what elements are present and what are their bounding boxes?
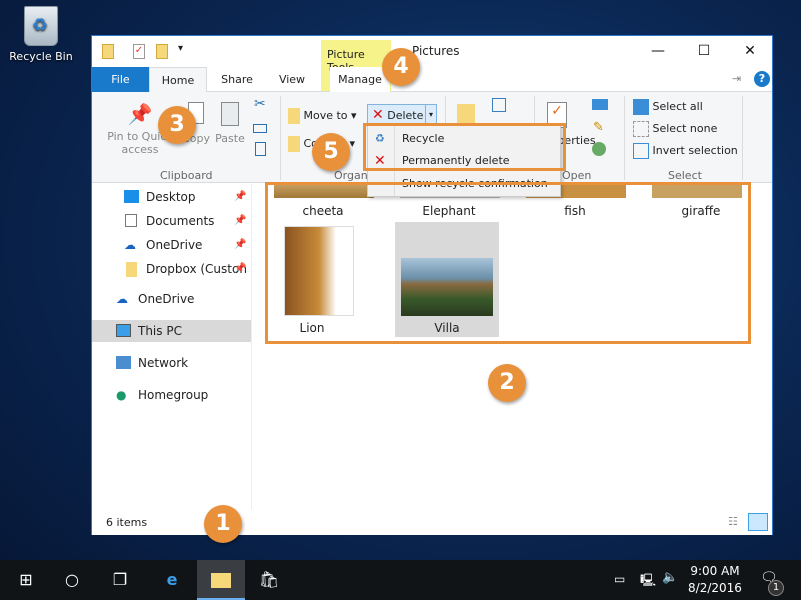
copy-path-icon[interactable] — [253, 124, 267, 133]
invert-selection-icon — [633, 143, 649, 159]
battery-icon[interactable]: ▭ — [614, 572, 625, 586]
cut-icon[interactable]: ✂ — [254, 96, 266, 112]
new-item-icon[interactable] — [492, 98, 506, 112]
large-icons-view-button[interactable] — [748, 513, 768, 531]
status-bar: 6 items ☷ — [92, 511, 772, 535]
divider — [624, 96, 625, 180]
callout-5: 5 — [312, 133, 350, 171]
select-none-icon — [633, 121, 649, 137]
onedrive-icon: ☁ — [116, 292, 128, 306]
invert-selection-button[interactable]: Invert selection — [633, 143, 738, 159]
history-icon[interactable] — [592, 142, 606, 156]
help-icon[interactable]: ? — [754, 71, 770, 87]
homegroup-icon: ● — [116, 388, 127, 402]
pin-icon: 📌 — [234, 239, 247, 250]
nav-item-homegroup[interactable]: ● Homegroup — [92, 384, 251, 406]
recycle-bin-desktop-icon[interactable]: Recycle Bin — [8, 6, 74, 63]
network-tray-icon[interactable]: 🖳 — [640, 571, 656, 592]
callout-1: 1 — [204, 505, 242, 543]
nav-item-onedrive[interactable]: ☁ OneDrive — [92, 288, 251, 310]
notification-badge: 1 — [768, 580, 784, 596]
divider — [742, 96, 743, 180]
close-button[interactable]: ✕ — [730, 40, 770, 62]
nav-item-dropbox[interactable]: Dropbox (Custon 📌 — [92, 258, 251, 280]
edge-icon[interactable]: e — [148, 560, 196, 600]
network-icon — [116, 356, 131, 369]
taskbar: ⊞ ○ ❐ e 🛍 ▭ 🖳 🔈 9:00 AM 8/2/2016 🗨 1 — [0, 560, 801, 600]
pin-ribbon-icon[interactable]: ⇥ — [732, 72, 741, 85]
tab-file[interactable]: File — [92, 67, 149, 92]
recycle-bin-icon — [24, 6, 58, 46]
select-group-label: Select — [668, 169, 702, 182]
callout-4: 4 — [382, 48, 420, 86]
item-count: 6 items — [106, 516, 148, 529]
maximize-button[interactable]: ☐ — [684, 40, 724, 62]
copy-to-icon — [288, 136, 300, 152]
folder-icon — [102, 44, 114, 59]
customize-quick-access-icon[interactable]: ▾ — [178, 43, 183, 54]
nav-item-desktop[interactable]: Desktop 📌 — [92, 186, 251, 208]
callout-2: 2 — [488, 364, 526, 402]
window-title: Pictures — [412, 44, 460, 58]
nav-item-this-pc[interactable]: This PC — [92, 320, 251, 342]
clipboard-group-label: Clipboard — [160, 169, 213, 182]
highlight-delete-options — [363, 123, 566, 171]
details-view-button[interactable]: ☷ — [728, 515, 738, 528]
open-group-label: Open — [562, 169, 592, 182]
divider — [280, 96, 281, 180]
select-all-icon — [633, 99, 649, 115]
volume-icon[interactable]: 🔈 — [662, 570, 678, 585]
new-folder-icon[interactable] — [156, 44, 168, 59]
paste-shortcut-icon[interactable] — [255, 142, 266, 156]
tab-home[interactable]: Home — [149, 67, 207, 93]
store-icon[interactable]: 🛍 — [245, 560, 293, 600]
move-to-button[interactable]: Move to ▾ — [288, 108, 357, 124]
recycle-bin-label: Recycle Bin — [9, 50, 73, 63]
start-button[interactable]: ⊞ — [2, 560, 50, 600]
callout-3: 3 — [158, 106, 196, 144]
task-view-button[interactable]: ❐ — [96, 560, 144, 600]
desktop-icon — [124, 190, 139, 203]
navigation-pane: Desktop 📌 Documents 📌 ☁ OneDrive 📌 Dropbox (… — [92, 184, 252, 510]
title-bar: ✓ ▾ Picture Tools Pictures — ☐ ✕ — [92, 36, 772, 91]
select-none-button[interactable]: Select none — [633, 121, 717, 137]
highlight-files — [265, 182, 751, 344]
paste-button[interactable]: Paste — [210, 102, 250, 145]
select-all-button[interactable]: Select all — [633, 99, 703, 115]
delete-dropdown-arrow[interactable]: ▾ — [425, 105, 436, 125]
nav-item-onedrive-quick[interactable]: ☁ OneDrive 📌 — [92, 234, 251, 256]
edit-icon[interactable]: ✎ — [593, 120, 604, 135]
folder-icon — [211, 573, 231, 588]
ribbon-tabs: File Home Share View Manage ⇥ ? — [92, 67, 772, 93]
tab-view[interactable]: View — [272, 67, 312, 92]
documents-icon — [125, 214, 137, 227]
pin-icon: 📌 — [234, 263, 247, 274]
delete-x-icon: ✕ — [372, 107, 384, 123]
minimize-button[interactable]: — — [638, 40, 678, 62]
pin-icon: 📌 — [234, 191, 247, 202]
pin-icon: 📌 — [234, 215, 247, 226]
search-button[interactable]: ○ — [48, 560, 96, 600]
nav-item-network[interactable]: Network — [92, 352, 251, 374]
computer-icon — [116, 324, 131, 337]
tab-share[interactable]: Share — [217, 67, 257, 92]
properties-icon[interactable]: ✓ — [133, 44, 145, 59]
move-to-icon — [288, 108, 300, 124]
onedrive-icon: ☁ — [124, 238, 136, 252]
file-explorer-taskbar-button[interactable] — [197, 560, 245, 600]
nav-item-documents[interactable]: Documents 📌 — [92, 210, 251, 232]
folder-icon — [126, 262, 137, 277]
clock[interactable]: 9:00 AM 8/2/2016 — [680, 563, 750, 597]
open-icon[interactable] — [592, 99, 608, 110]
paste-icon — [221, 102, 239, 126]
tab-manage[interactable]: Manage — [330, 67, 390, 92]
